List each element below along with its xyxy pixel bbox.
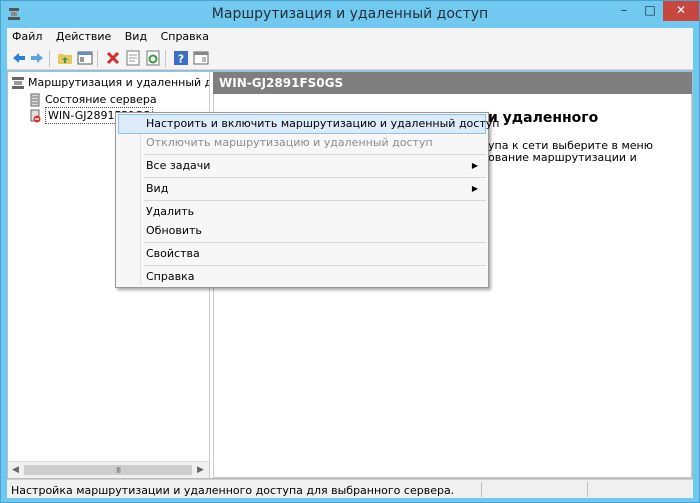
scroll-grip: III <box>116 466 121 475</box>
window-title: Маршрутизация и удаленный доступ <box>211 6 489 22</box>
routing-root-icon <box>12 77 24 89</box>
menu-help[interactable]: Справка <box>156 28 214 44</box>
status-text: Настройка маршрутизации и удаленного дос… <box>11 484 455 497</box>
help-icon[interactable]: ? <box>173 50 189 66</box>
menu-item-disable[interactable]: Отключить маршрутизацию и удаленный дост… <box>118 133 486 153</box>
folder-up-icon[interactable] <box>57 50 73 66</box>
forward-arrow-icon[interactable] <box>29 50 45 66</box>
menu-file[interactable]: Файл <box>7 28 47 44</box>
close-button[interactable]: ✕ <box>663 1 699 21</box>
menu-bar: Файл Действие Вид Справка <box>7 28 693 46</box>
refresh-icon[interactable] <box>145 50 161 66</box>
menu-item-view[interactable]: Вид ▶ <box>118 179 486 199</box>
back-arrow-icon[interactable] <box>11 50 27 66</box>
menu-item-label: Вид <box>146 182 169 195</box>
delete-icon[interactable] <box>105 50 121 66</box>
properties-icon[interactable] <box>125 50 141 66</box>
server-stopped-icon <box>30 109 41 123</box>
minimize-button[interactable]: – <box>611 1 637 21</box>
pane-text-line: ование маршрутизации и <box>488 151 637 164</box>
show-hide-tree-icon[interactable] <box>77 50 93 66</box>
pane-description: упа к сети выберите в меню ование маршру… <box>488 140 653 164</box>
menu-item-refresh[interactable]: Обновить <box>118 221 486 241</box>
tree-item-label: Состояние сервера <box>45 93 157 106</box>
scroll-thumb[interactable]: III <box>24 465 192 475</box>
context-menu: Настроить и включить маршрутизацию и уда… <box>115 112 499 288</box>
submenu-arrow-icon: ▶ <box>471 161 478 170</box>
menu-item-delete[interactable]: Удалить <box>118 202 486 222</box>
tree-root-label: Маршрутизация и удаленный доступ <box>28 76 209 89</box>
menu-view[interactable]: Вид <box>120 28 152 44</box>
tree-horizontal-scrollbar[interactable]: ◀ III ▶ <box>8 461 209 478</box>
menu-item-properties[interactable]: Свойства <box>118 244 486 264</box>
title-bar[interactable]: Маршрутизация и удаленный доступ – □ ✕ <box>1 1 699 28</box>
status-bar: Настройка маршрутизации и удаленного дос… <box>7 479 693 498</box>
pane-header: WIN-GJ2891FS0GS <box>213 72 692 94</box>
console-icon[interactable] <box>193 50 209 66</box>
menu-action[interactable]: Действие <box>51 28 116 44</box>
menu-item-label: Все задачи <box>146 159 211 172</box>
menu-item-help[interactable]: Справка <box>118 267 486 287</box>
toolbar: ? <box>7 46 693 70</box>
submenu-arrow-icon: ▶ <box>471 184 478 193</box>
svg-text:?: ? <box>178 53 184 66</box>
pane-heading: и удаленного <box>488 110 599 126</box>
server-status-icon <box>30 93 40 107</box>
menu-item-configure-enable[interactable]: Настроить и включить маршрутизацию и уда… <box>118 114 499 134</box>
menu-item-all-tasks[interactable]: Все задачи ▶ <box>118 156 486 176</box>
app-window: Маршрутизация и удаленный доступ – □ ✕ Ф… <box>0 0 700 503</box>
scroll-right-icon[interactable]: ▶ <box>197 465 204 475</box>
scroll-left-icon[interactable]: ◀ <box>12 465 19 475</box>
maximize-button[interactable]: □ <box>637 1 663 21</box>
